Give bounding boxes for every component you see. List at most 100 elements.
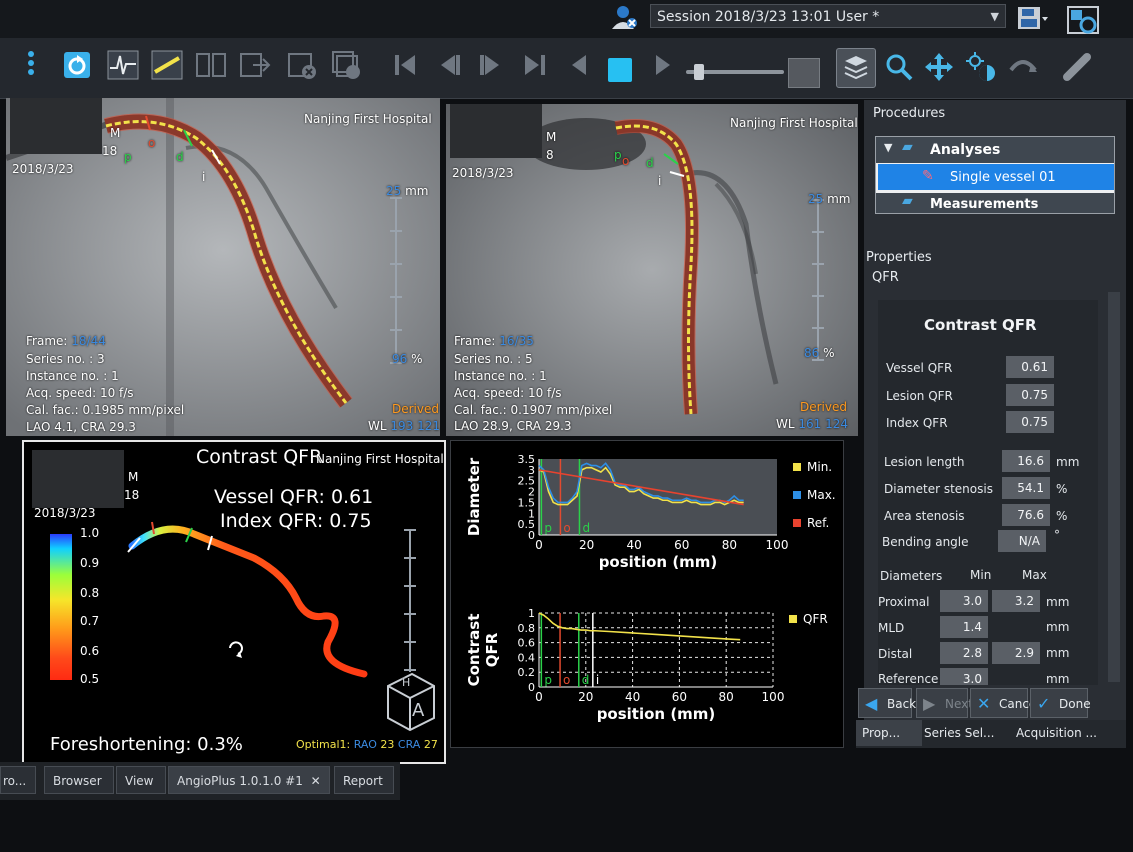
marker-p: p (124, 150, 132, 164)
delete-icon[interactable] (284, 46, 322, 84)
property-label: Bending angle (882, 535, 969, 549)
diameter-label: Distal (878, 647, 913, 661)
diameter-min: 3.0 (940, 668, 988, 686)
anonymization-patch (450, 104, 542, 158)
procedures-title: Procedures (873, 106, 946, 121)
property-label: Area stenosis (884, 509, 965, 523)
arrow-left-icon: ◀ (865, 694, 878, 713)
chevron-down-icon: ▼ (990, 10, 999, 23)
x-tick-label: 40 (627, 538, 642, 552)
stop-icon[interactable] (608, 58, 632, 82)
diameters-min-header: Min (970, 568, 992, 582)
orientation-cube-front: A (412, 700, 425, 721)
patient-id-fragment: 18 (102, 144, 118, 158)
diameter-label: MLD (878, 621, 905, 635)
properties-panel-title: Contrast QFR (924, 316, 1037, 334)
properties-scrollbar[interactable] (1108, 292, 1120, 682)
export-icon[interactable] (236, 46, 274, 84)
tab-series-selection[interactable]: Series Sel... (924, 720, 1004, 746)
x-axis-title: position (mm) (597, 705, 716, 723)
brightness-contrast-icon[interactable] (962, 48, 1000, 86)
back-button[interactable]: ◀ Back (858, 688, 916, 718)
zoom-level: 86 % (804, 346, 835, 360)
ecg-icon[interactable] (104, 46, 142, 84)
pan-icon[interactable] (920, 48, 958, 86)
calibration-icon[interactable] (148, 46, 186, 84)
x-tick-label: 60 (672, 690, 687, 704)
title-bar: Session 2018/3/23 13:01 User * ▼ (0, 0, 1133, 38)
next-button[interactable]: ▶ Next (916, 688, 973, 718)
position-marker-label: p (544, 521, 552, 535)
zoom-icon[interactable] (880, 48, 918, 86)
cancel-button[interactable]: ✕ Cance (970, 688, 1036, 718)
next-frame-icon[interactable] (472, 46, 510, 84)
tab-angioplus[interactable]: AngioPlus 1.0.1.0 #1 ✕ (168, 766, 330, 794)
tab-report[interactable]: Report (334, 766, 394, 794)
y-tick-label: 0.4 (518, 651, 536, 664)
legend-label: Max. (807, 488, 836, 502)
x-axis-title: position (mm) (599, 553, 718, 571)
last-frame-icon[interactable] (516, 46, 554, 84)
x-tick-label: 0 (535, 538, 543, 552)
check-icon: ✓ (1037, 694, 1051, 713)
angio-view-2[interactable]: M 8 p o d i Nanjing First Hospital 2018/… (446, 104, 858, 436)
tab-properties[interactable]: Prop... (856, 720, 922, 746)
close-icon: ✕ (977, 694, 991, 713)
position-marker-label: o (563, 521, 570, 535)
acq-speed: Acq. speed: 10 f/s (454, 386, 562, 400)
tree-item-single-vessel[interactable]: Single vessel 01 (950, 170, 1056, 185)
delete-all-icon[interactable] (328, 46, 366, 84)
scale-bar-value: 25 mm (386, 184, 429, 198)
prev-frame-icon[interactable] (430, 46, 468, 84)
tab-acquisition[interactable]: Acquisition ... (1016, 720, 1116, 746)
procedures-tree: ▼ ▰ Analyses ✎ Single vessel 01 ▰ Measur… (875, 136, 1115, 214)
property-unit: % (1056, 509, 1068, 523)
frame-slider-thumb[interactable] (694, 64, 704, 80)
property-value: 54.1 (1002, 477, 1050, 499)
hospital-name: Nanjing First Hospital (304, 112, 432, 126)
x-tick-label: 40 (625, 690, 640, 704)
legend-label: Min. (807, 460, 832, 474)
marker-d: d (176, 150, 184, 164)
derived-label: Derived (392, 402, 439, 416)
marker-i: i (202, 170, 206, 184)
marker-p: p (614, 148, 622, 162)
diameter-min: 3.0 (940, 590, 988, 612)
layers-icon[interactable] (836, 48, 876, 88)
tree-item-measurements[interactable]: Measurements (930, 197, 1038, 212)
refresh-icon[interactable] (58, 46, 96, 84)
diameter-label: Reference (878, 672, 939, 686)
rotate-icon[interactable] (1004, 48, 1042, 86)
qfr-3d-view[interactable]: M 18 Contrast QFR Nanjing First Hospital… (22, 440, 446, 764)
close-tab-icon[interactable]: ✕ (311, 774, 321, 788)
first-frame-icon[interactable] (386, 46, 424, 84)
tree-expand-icon[interactable]: ▼ (884, 141, 892, 154)
tab-view[interactable]: View (116, 766, 166, 794)
play-back-icon[interactable] (560, 46, 598, 84)
tree-item-analyses[interactable]: Analyses (930, 142, 1000, 158)
save-icon[interactable] (1014, 4, 1050, 34)
window-layout-icon[interactable] (1064, 4, 1104, 36)
vessel-tool-icon[interactable] (1058, 48, 1096, 86)
study-date: 2018/3/23 (452, 166, 514, 180)
x-tick-label: 20 (579, 538, 594, 552)
play-icon[interactable] (644, 46, 682, 84)
session-user-icon[interactable] (608, 2, 642, 32)
patient-name-fragment: M (110, 126, 121, 140)
menu-icon[interactable] (16, 44, 46, 82)
position-marker-label: p (544, 673, 552, 687)
window-level: WL 161 124 (776, 417, 849, 431)
diameter-max: 3.2 (992, 590, 1040, 612)
series-info: Series no. : 3 (26, 352, 105, 366)
optimal-projection: Optimal1: RAO 23 CRA 27 (296, 738, 438, 751)
diameter-min: 2.8 (940, 642, 988, 664)
series-info: Series no. : 5 (454, 352, 533, 366)
property-label: Lesion QFR (886, 389, 953, 403)
tab-browser[interactable]: Browser (44, 766, 114, 794)
tab-procedures-short[interactable]: ro... (0, 766, 36, 794)
done-button[interactable]: ✓ Done (1030, 688, 1091, 718)
property-value: N/A (998, 530, 1046, 552)
session-dropdown[interactable]: Session 2018/3/23 13:01 User * ▼ (650, 4, 1006, 28)
compare-icon[interactable] (192, 46, 230, 84)
angio-view-1[interactable]: M 18 p o d i Nanjing First Hospital 2018… (6, 98, 440, 436)
